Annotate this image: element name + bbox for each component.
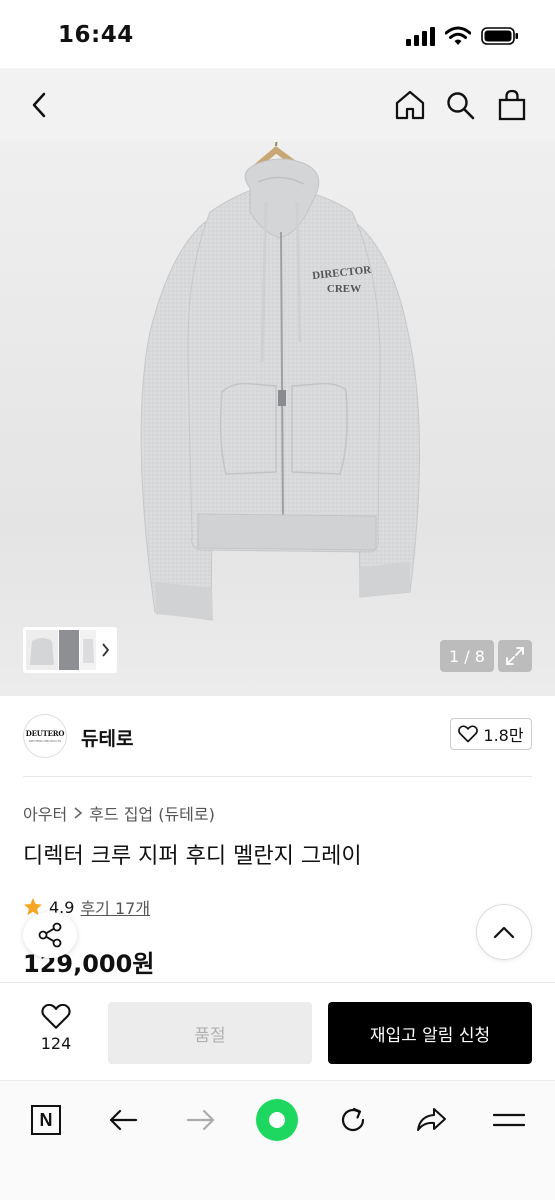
brand-like-button[interactable]: 1.8만 [450, 718, 532, 750]
browser-toolbar: N [0, 1080, 555, 1200]
browser-share-button[interactable] [408, 1099, 454, 1141]
top-navigation [0, 68, 555, 142]
chevron-left-icon [32, 92, 46, 118]
refresh-button[interactable] [330, 1099, 376, 1141]
browser-forward-button[interactable] [178, 1099, 224, 1141]
product-title: 디렉터 크루 지퍼 후디 멜란지 그레이 [23, 844, 362, 869]
home-button[interactable] [390, 85, 430, 125]
browser-back-button[interactable] [100, 1099, 146, 1141]
share-arrow-icon [417, 1108, 446, 1131]
thumbnail-images [26, 630, 110, 670]
brand-row[interactable]: DEUTERO DEUTERO PRODUCTS 듀테로 1.8만 [0, 696, 555, 776]
arrow-right-icon [186, 1109, 215, 1131]
heart-icon [458, 725, 479, 743]
back-button[interactable] [20, 85, 60, 125]
share-icon [38, 922, 62, 948]
chevron-right-icon [74, 807, 83, 819]
expand-icon [506, 647, 524, 665]
divider [23, 776, 532, 777]
wishlist-button[interactable]: 124 [30, 1003, 82, 1053]
soldout-button[interactable]: 품절 [108, 1002, 312, 1064]
wishlist-count: 124 [40, 1034, 72, 1053]
expand-button[interactable] [498, 640, 532, 672]
green-dot-icon [256, 1099, 298, 1141]
signal-icon [406, 27, 435, 46]
green-dot-button[interactable] [254, 1099, 300, 1141]
menu-button[interactable] [486, 1099, 532, 1141]
battery-icon [481, 27, 518, 45]
arrow-left-icon [109, 1109, 138, 1131]
product-image[interactable]: DIRECTOR CREW [0, 142, 555, 696]
brand-logo[interactable]: DEUTERO DEUTERO PRODUCTS [23, 714, 67, 758]
restock-alert-button[interactable]: 재입고 알림 신청 [328, 1002, 532, 1064]
heart-icon [41, 1003, 71, 1029]
status-bar: 16:44 [0, 0, 555, 68]
status-time: 16:44 [58, 22, 134, 48]
purchase-bar: 124 품절 재입고 알림 신청 [0, 982, 555, 1080]
breadcrumb: 아우터 후드 집업 (듀테로) [23, 801, 215, 825]
review-link[interactable]: 후기 17개 [80, 895, 150, 919]
breadcrumb-level2[interactable]: 후드 집업 (듀테로) [89, 801, 215, 825]
naver-home-button[interactable]: N [23, 1099, 69, 1141]
status-icons [405, 26, 519, 46]
hoodie-print-line2: CREW [327, 283, 361, 295]
brand-like-count: 1.8만 [483, 726, 524, 745]
shopping-bag-icon [498, 89, 526, 121]
breadcrumb-level1[interactable]: 아우터 [23, 801, 67, 825]
scroll-top-button[interactable] [476, 904, 532, 960]
search-icon [447, 92, 475, 120]
menu-icon [493, 1113, 525, 1127]
search-button[interactable] [440, 85, 480, 125]
brand-logo-text: DEUTERO [25, 729, 65, 738]
hoodie-photo: DIRECTOR CREW [140, 142, 421, 621]
brand-logo-subtext: DEUTERO PRODUCTS [28, 739, 62, 743]
naver-badge-letter: N [39, 1109, 53, 1130]
share-button[interactable] [23, 912, 77, 958]
chevron-up-icon [493, 926, 515, 939]
wifi-icon [445, 26, 471, 45]
cart-button[interactable] [492, 85, 532, 125]
image-pager: 1 / 8 [440, 640, 494, 672]
home-icon [395, 90, 425, 120]
brand-name[interactable]: 듀테로 [81, 724, 133, 751]
thumbnail-strip[interactable] [23, 627, 117, 673]
refresh-icon [341, 1107, 365, 1132]
